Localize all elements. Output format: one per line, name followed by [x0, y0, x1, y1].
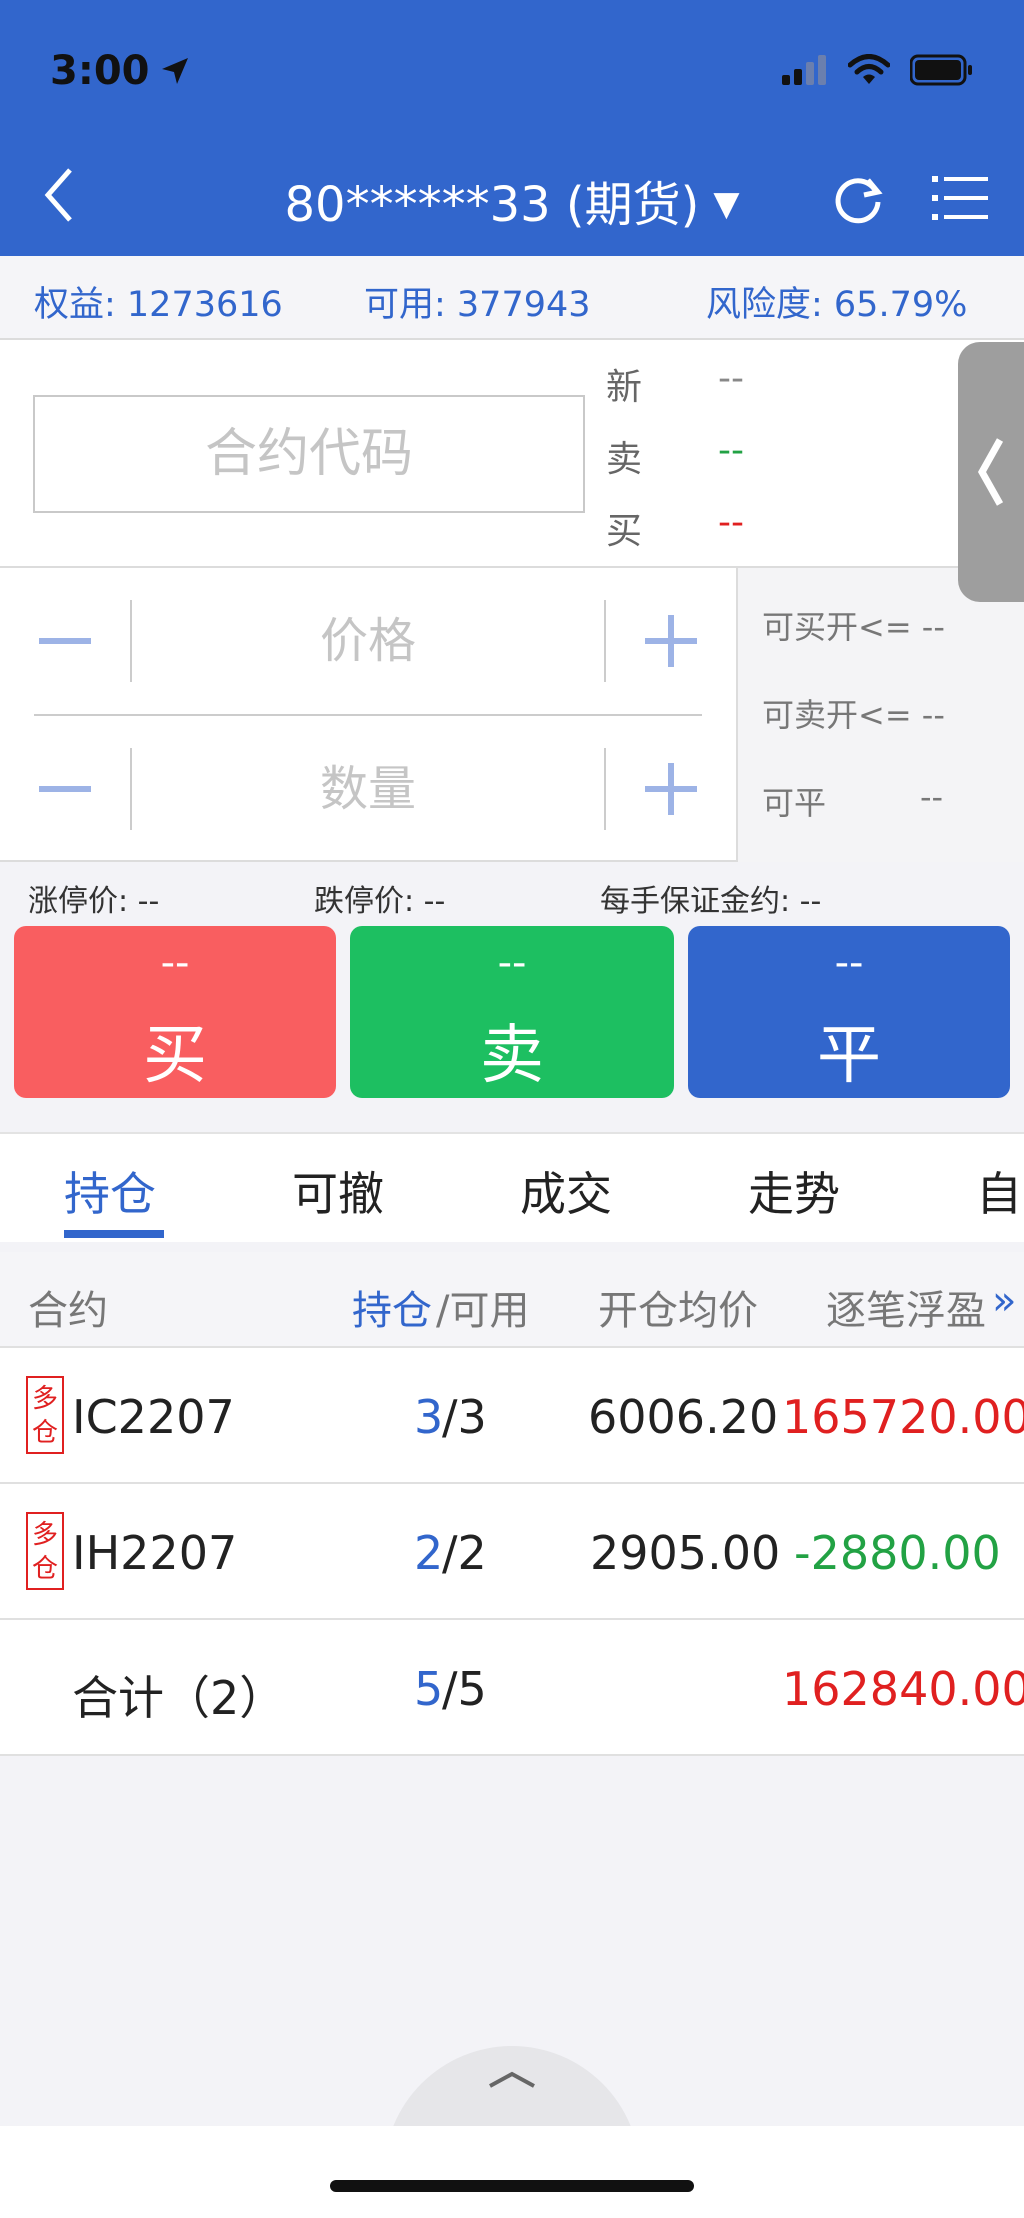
equity-text: 权益: 1273616 — [34, 285, 283, 325]
close-price: -- — [834, 940, 864, 986]
price-increase-button[interactable] — [606, 568, 736, 714]
cellular-signal-icon — [782, 55, 826, 85]
contract-name: IC2207 — [72, 1390, 235, 1444]
available-text: 可用: 377943 — [364, 285, 591, 325]
header-floating-pnl: 逐笔浮盈 — [826, 1288, 986, 1334]
header-available: /可用 — [436, 1288, 530, 1334]
tab-trades[interactable]: 成交 — [520, 1158, 612, 1224]
price-decrease-button[interactable] — [0, 568, 130, 714]
sell-label: 卖 — [480, 1019, 544, 1093]
minus-icon — [39, 786, 91, 792]
ask-price-value: -- — [718, 430, 744, 471]
tab-trend[interactable]: 走势 — [748, 1158, 840, 1224]
total-label: 合计（2） — [72, 1671, 286, 1725]
order-inputs: 价格 数量 — [0, 568, 736, 862]
can-close-label: 可平 — [762, 784, 827, 822]
refresh-icon[interactable] — [828, 168, 888, 228]
long-position-badge: 多仓 — [26, 1512, 64, 1590]
last-price-value: -- — [718, 358, 744, 399]
header-contract: 合约 — [28, 1288, 108, 1334]
ask-price-label: 卖 — [606, 439, 643, 480]
close-position-button[interactable]: -- 平 — [688, 926, 1010, 1098]
tab-cancellable[interactable]: 可撤 — [292, 1158, 384, 1224]
minus-icon — [39, 638, 91, 644]
can-sell-open-text: 可卖开<= -- — [762, 696, 945, 734]
header-avg-open: 开仓均价 — [598, 1288, 758, 1334]
quantity-stepper: 数量 — [0, 716, 736, 862]
available-count: /3 — [442, 1390, 487, 1444]
dropdown-triangle-icon: ▼ — [713, 184, 740, 224]
table-total-row: 合计（2） 5 /5 162840.00 — [0, 1620, 1024, 1756]
menu-list-icon[interactable] — [930, 168, 990, 228]
margin-per-lot-text: 每手保证金约: -- — [600, 884, 822, 919]
long-position-badge: 多仓 — [26, 1376, 64, 1454]
contract-code-input[interactable]: 合约代码 — [33, 395, 585, 513]
app-header: 3:00 80******33 (期货) ▼ — [0, 0, 1024, 256]
tab-positions[interactable]: 持仓 — [64, 1158, 156, 1224]
side-drawer-handle[interactable] — [958, 342, 1024, 602]
header-position[interactable]: 持仓 — [352, 1278, 432, 1336]
plus-icon — [645, 615, 697, 667]
limit-down-text: 跌停价: -- — [314, 884, 446, 919]
price-limits-row: 涨停价: -- 跌停价: -- 每手保证金约: -- — [0, 862, 1024, 922]
table-row[interactable]: 多仓 IC2207 3 /3 6006.20 165720.00 — [0, 1348, 1024, 1484]
positions-table-header: 合约 持仓 /可用 开仓均价 逐笔浮盈 » — [0, 1252, 1024, 1348]
quote-section: 合约代码 新 -- 卖 -- 买 -- — [0, 340, 1024, 568]
home-indicator[interactable] — [330, 2180, 694, 2192]
order-entry-section: 价格 数量 可买开<= -- 可卖开<= -- 可平 -- — [0, 568, 1024, 862]
chevron-left-icon — [977, 438, 1004, 506]
battery-icon — [910, 54, 972, 86]
order-capacity-panel: 可买开<= -- 可卖开<= -- 可平 -- — [736, 568, 1024, 862]
avg-open-price: 2905.00 — [590, 1526, 781, 1580]
location-arrow-icon — [161, 58, 188, 84]
tab-custom[interactable]: 自 — [976, 1158, 1022, 1224]
quantity-increase-button[interactable] — [606, 716, 736, 862]
limit-up-text: 涨停价: -- — [28, 884, 160, 919]
active-tab-indicator — [64, 1230, 164, 1238]
total-floating-pnl: 162840.00 — [782, 1662, 1024, 1716]
position-count: 3 — [414, 1390, 444, 1444]
last-price-label: 新 — [606, 367, 643, 408]
status-time: 3:00 — [50, 48, 190, 94]
bottom-safe-area — [0, 2126, 1024, 2218]
status-icons — [782, 54, 974, 86]
risk-text: 风险度: 65.79% — [706, 285, 968, 325]
close-label: 平 — [817, 1019, 881, 1093]
can-buy-open-text: 可买开<= -- — [762, 608, 945, 646]
quantity-decrease-button[interactable] — [0, 716, 130, 862]
wifi-icon — [848, 54, 890, 84]
can-close-value: -- — [920, 778, 944, 816]
quantity-input[interactable]: 数量 — [132, 716, 604, 862]
position-count: 2 — [414, 1526, 444, 1580]
table-row[interactable]: 多仓 IH2207 2 /2 2905.00 -2880.00 — [0, 1484, 1024, 1620]
status-time-text: 3:00 — [50, 48, 150, 94]
bottom-tab-bar: 持仓 可撤 成交 走势 自 — [0, 1132, 1024, 1242]
available-count: /2 — [442, 1526, 487, 1580]
chevron-right-icon[interactable]: » — [992, 1278, 1016, 1324]
floating-pnl-value: -2880.00 — [794, 1526, 1001, 1580]
bid-price-label: 买 — [606, 511, 643, 552]
price-input[interactable]: 价格 — [132, 568, 604, 714]
chevron-up-icon — [489, 2071, 535, 2088]
buy-button[interactable]: -- 买 — [14, 926, 336, 1098]
total-position-count: 5 — [414, 1662, 444, 1716]
account-summary-bar: 权益: 1273616 可用: 377943 风险度: 65.79% — [0, 256, 1024, 340]
total-available-count: /5 — [442, 1662, 487, 1716]
plus-icon — [645, 763, 697, 815]
buy-label: 买 — [143, 1019, 207, 1093]
account-title: 80******33 (期货) — [284, 177, 700, 233]
buy-price: -- — [160, 940, 190, 986]
floating-pnl-value: 165720.00 — [782, 1390, 1024, 1444]
contract-name: IH2207 — [72, 1526, 238, 1580]
avg-open-price: 6006.20 — [588, 1390, 779, 1444]
sell-price: -- — [497, 940, 527, 986]
sell-button[interactable]: -- 卖 — [350, 926, 674, 1098]
price-stepper: 价格 — [0, 568, 736, 714]
bid-price-value: -- — [718, 502, 744, 543]
